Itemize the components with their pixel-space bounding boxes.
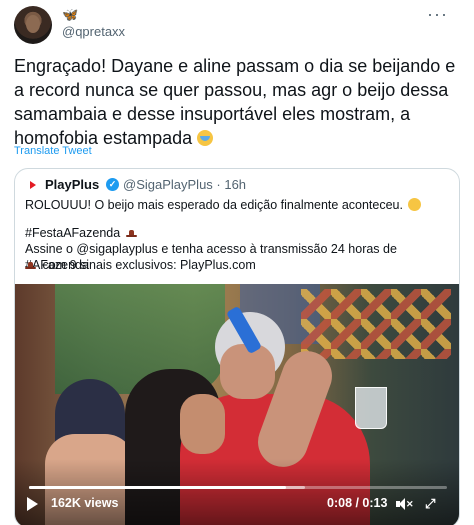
- quoted-tweet[interactable]: PlayPlus ✓ @SigaPlayPlus · 16h ROLOUUU! …: [14, 168, 460, 525]
- video-progress-fill: [29, 486, 287, 489]
- hashtag-festa-afazenda[interactable]: #FestaAFazenda: [25, 226, 120, 240]
- quoted-text-line-4: com 9 sinais exclusivos: PlayPlus.com: [25, 257, 449, 273]
- video-player[interactable]: 162K views 0:08 / 0:13 ✕ ⤢: [15, 284, 459, 525]
- verified-badge-icon: ✓: [106, 178, 119, 191]
- author-handle[interactable]: @qpretaxx: [62, 24, 125, 39]
- video-person-right-face: [220, 344, 275, 399]
- tweet-text-body: Engraçado! Dayane e aline passam o dia s…: [14, 56, 456, 148]
- quoted-account-name[interactable]: PlayPlus: [45, 177, 99, 192]
- video-controls-shade: [15, 459, 459, 525]
- quoted-handle-time: @SigaPlayPlus · 16h: [123, 177, 247, 192]
- butterfly-icon: 🦋: [62, 7, 79, 22]
- fullscreen-icon[interactable]: ⤢: [425, 496, 441, 512]
- muted-speaker-icon[interactable]: ✕: [395, 496, 414, 512]
- smiling-hearts-face-icon: [408, 198, 422, 211]
- view-count: 162K views: [51, 496, 119, 510]
- tweet: 🦋 @qpretaxx ··· Engraçado! Dayane e alin…: [0, 0, 474, 525]
- video-scene-decor: [301, 289, 451, 359]
- video-plastic-cup: [355, 387, 387, 429]
- quoted-text-line-1-label: ROLOUUU! O beijo mais esperado da edição…: [25, 198, 403, 212]
- video-progress-bar[interactable]: [29, 486, 447, 489]
- quoted-text-line-1: ROLOUUU! O beijo mais esperado da edição…: [25, 197, 449, 213]
- more-options-icon[interactable]: ···: [427, 4, 448, 24]
- quoted-hashtag-line: #FestaAFazenda: [25, 225, 449, 241]
- playplus-logo-icon: [26, 178, 40, 192]
- play-icon[interactable]: [27, 497, 38, 511]
- translate-tweet-link[interactable]: Translate Tweet: [14, 145, 92, 157]
- quoted-text-line-4-label: com 9 sinais exclusivos: PlayPlus.com: [42, 258, 256, 272]
- tweet-text: Engraçado! Dayane e aline passam o dia s…: [14, 54, 460, 150]
- cowboy-hat-icon: [125, 230, 137, 237]
- avatar[interactable]: [14, 6, 52, 44]
- video-person-center-face: [180, 394, 225, 454]
- cowboy-hat-icon: [25, 262, 36, 269]
- video-time: 0:08 / 0:13: [327, 496, 388, 510]
- nauseated-face-icon: [197, 130, 214, 146]
